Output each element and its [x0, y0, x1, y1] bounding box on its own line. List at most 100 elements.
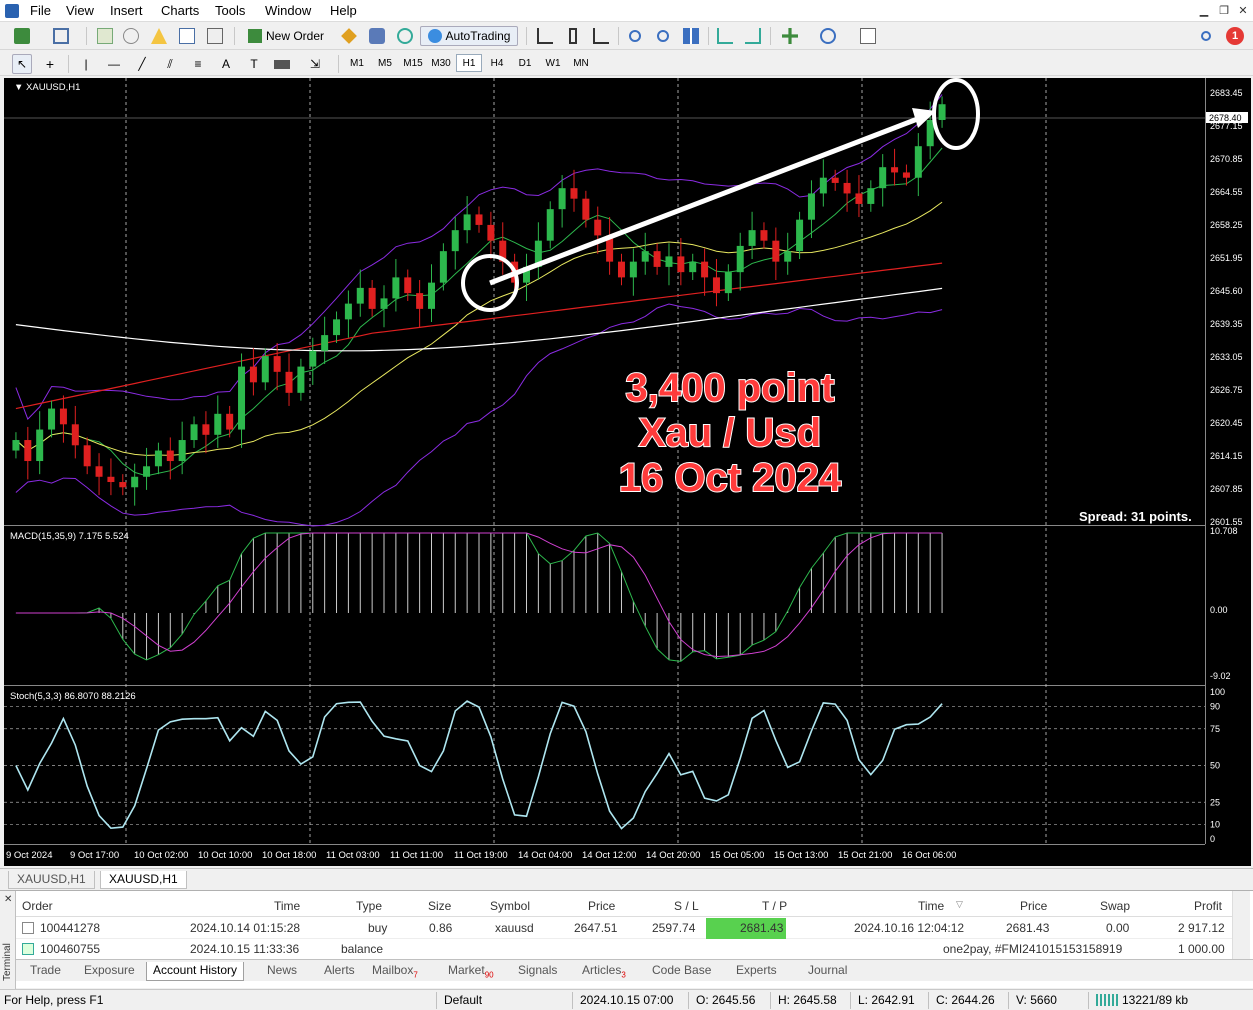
price-tick: 2626.75 [1210, 385, 1243, 395]
vps-icon[interactable] [394, 26, 416, 46]
symbol-label: ▼ XAUUSD,H1 [14, 82, 80, 93]
fibonacci-icon[interactable]: ≡ [188, 54, 208, 74]
col-close-time[interactable]: Time [918, 899, 944, 913]
price-chart[interactable]: 2683.452677.152670.852664.552658.252651.… [4, 78, 1251, 866]
terminal-icon[interactable] [176, 26, 198, 46]
col-profit[interactable]: Profit [1194, 899, 1222, 913]
zoom-out-icon[interactable] [652, 26, 674, 46]
minimize-icon[interactable]: ▁ [1196, 4, 1212, 18]
rectangle-label-icon[interactable] [272, 54, 292, 74]
terminal-tab-journal[interactable]: Journal [802, 962, 853, 981]
zoom-in-icon[interactable] [624, 26, 646, 46]
time-tick: 14 Oct 04:00 [518, 850, 572, 861]
terminal-tab-exposure[interactable]: Exposure [78, 962, 141, 981]
timeframe-d1[interactable]: D1 [512, 54, 538, 72]
strategy-tester-icon[interactable] [204, 26, 226, 46]
new-chart-icon[interactable] [8, 26, 36, 46]
templates-icon[interactable] [852, 26, 884, 46]
terminal-tab-account-history[interactable]: Account History [146, 962, 245, 981]
data-window-icon[interactable] [120, 26, 142, 46]
table-row[interactable]: 100441278 2024.10.14 01:15:28 buy 0.86 x… [16, 918, 1232, 939]
chart-tab[interactable]: XAUUSD,H1 [8, 871, 95, 889]
status-profile[interactable]: Default [444, 993, 482, 1007]
arrows-icon[interactable]: ⇲ [300, 54, 330, 74]
menu-insert[interactable]: Insert [110, 3, 143, 18]
timeframe-m1[interactable]: M1 [344, 54, 370, 72]
bar-chart-icon[interactable] [534, 26, 556, 46]
terminal-tab-trade[interactable]: Trade [24, 962, 67, 981]
terminal-tab-signals[interactable]: Signals [512, 962, 563, 981]
equidistant-channel-icon[interactable]: ⫽ [160, 54, 180, 74]
col-sl[interactable]: S / L [674, 899, 699, 913]
timeframe-h4[interactable]: H4 [484, 54, 510, 72]
indicators-icon[interactable] [776, 26, 804, 46]
cell-profit: 2 917.12 [1178, 921, 1225, 935]
vertical-line-icon[interactable]: | [76, 54, 96, 74]
crosshair-icon[interactable]: + [40, 54, 60, 74]
terminal-tab-news[interactable]: News [261, 962, 303, 981]
status-open: O: 2645.56 [696, 993, 756, 1007]
status-help: For Help, press F1 [4, 993, 104, 1007]
cursor-icon[interactable]: ↖ [12, 54, 32, 74]
terminal-tab-mailbox[interactable]: Mailbox7 [366, 962, 424, 981]
close-icon[interactable]: ✕ [1235, 4, 1251, 18]
time-tick: 16 Oct 06:00 [902, 850, 956, 861]
col-tp[interactable]: T / P [762, 899, 787, 913]
terminal-tab-articles[interactable]: Articles3 [576, 962, 632, 981]
col-order[interactable]: Order [22, 899, 53, 913]
navigator-icon[interactable] [148, 26, 170, 46]
table-row[interactable]: 100460755 2024.10.15 11:33:36 balance on… [16, 939, 1232, 960]
timeframe-m30[interactable]: M30 [428, 54, 454, 72]
profiles-icon[interactable] [48, 26, 74, 46]
col-type[interactable]: Type [356, 899, 382, 913]
new-order-button[interactable]: New Order [242, 26, 330, 46]
col-close-price[interactable]: Price [1020, 899, 1047, 913]
terminal-tab-alerts[interactable]: Alerts [318, 962, 361, 981]
timeframe-w1[interactable]: W1 [540, 54, 566, 72]
tile-windows-icon[interactable] [680, 26, 702, 46]
chart-window[interactable]: 2683.45 2677.15 2670.85 2664.55 2658.25 2651.… [4, 78, 1251, 866]
annotation-text: 3,400 point [626, 366, 835, 410]
close-icon[interactable]: ✕ [4, 894, 12, 905]
menu-view[interactable]: View [66, 3, 94, 18]
history-table-header: Order Time Type Size Symbol Price S / L … [16, 895, 1232, 917]
autotrading-button[interactable]: AutoTrading [420, 26, 518, 46]
col-symbol[interactable]: Symbol [490, 899, 530, 913]
metaeditor-icon[interactable] [338, 26, 360, 46]
trendline-icon[interactable]: ╱ [132, 54, 152, 74]
market-watch-icon[interactable] [94, 26, 116, 46]
menu-help[interactable]: Help [330, 3, 357, 18]
candle [380, 298, 388, 309]
timeframe-h1[interactable]: H1 [456, 54, 482, 72]
col-price[interactable]: Price [588, 899, 615, 913]
periods-icon[interactable] [812, 26, 844, 46]
signals-icon[interactable] [366, 26, 388, 46]
menu-window[interactable]: Window [265, 3, 311, 18]
timeframe-mn[interactable]: MN [568, 54, 594, 72]
menu-file[interactable]: File [30, 3, 51, 18]
timeframe-m15[interactable]: M15 [400, 54, 426, 72]
terminal-tab-market[interactable]: Market90 [442, 962, 500, 981]
text-icon[interactable]: A [216, 54, 236, 74]
price-tick: 2651.95 [1210, 253, 1243, 263]
candlestick-chart-icon[interactable] [562, 26, 584, 46]
line-chart-icon[interactable] [590, 26, 612, 46]
restore-icon[interactable]: ❐ [1216, 4, 1232, 18]
col-swap[interactable]: Swap [1100, 899, 1130, 913]
terminal-tab-experts[interactable]: Experts [730, 962, 783, 981]
chart-tab-active[interactable]: XAUUSD,H1 [100, 871, 187, 889]
chart-shift-icon[interactable] [742, 26, 764, 46]
menu-tools[interactable]: Tools [215, 3, 245, 18]
timeframe-m5[interactable]: M5 [372, 54, 398, 72]
text-label-icon[interactable]: T [244, 54, 264, 74]
horizontal-line-icon[interactable]: — [104, 54, 124, 74]
col-time[interactable]: Time [274, 899, 300, 913]
notifications-icon[interactable]: 1 [1222, 26, 1248, 46]
auto-scroll-icon[interactable] [714, 26, 736, 46]
time-tick: 9 Oct 2024 [6, 850, 52, 861]
search-icon[interactable] [1196, 26, 1216, 46]
menu-charts[interactable]: Charts [161, 3, 199, 18]
col-size[interactable]: Size [428, 899, 451, 913]
terminal-tab-code-base[interactable]: Code Base [646, 962, 717, 981]
terminal-scrollbar[interactable] [1232, 891, 1250, 959]
